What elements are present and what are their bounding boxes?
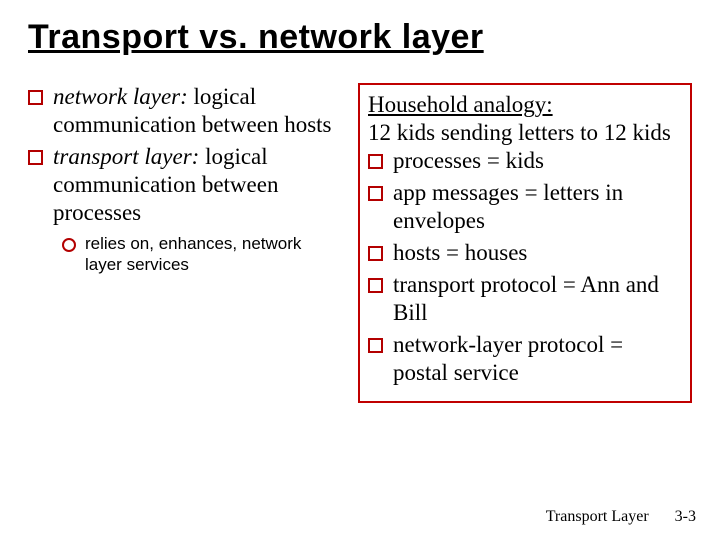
slide: Transport vs. network layer network laye… <box>0 0 720 540</box>
square-bullet-icon <box>368 186 383 201</box>
square-bullet-icon <box>28 90 43 105</box>
analogy-intro: 12 kids sending letters to 12 kids <box>368 119 682 147</box>
slide-title: Transport vs. network layer <box>28 18 692 57</box>
list-item: app messages = letters in envelopes <box>368 179 682 235</box>
list-item: transport layer: logical communication b… <box>28 143 338 227</box>
footer-label: Transport Layer <box>546 508 649 525</box>
item-text: network-layer protocol = postal service <box>393 331 682 387</box>
footer-page: 3-3 <box>675 508 696 525</box>
item-text: network layer: logical communication bet… <box>53 83 338 139</box>
square-bullet-icon <box>368 154 383 169</box>
left-column: network layer: logical communication bet… <box>28 83 338 403</box>
item-text: app messages = letters in envelopes <box>393 179 682 235</box>
item-lead: network layer: <box>53 84 188 109</box>
item-text: transport layer: logical communication b… <box>53 143 338 227</box>
subitem-text: relies on, enhances, network layer servi… <box>85 233 338 276</box>
square-bullet-icon <box>368 338 383 353</box>
analogy-heading: Household analogy: <box>368 91 682 119</box>
list-item: transport protocol = Ann and Bill <box>368 271 682 327</box>
list-item: processes = kids <box>368 147 682 175</box>
content-columns: network layer: logical communication bet… <box>28 83 692 403</box>
footer: Transport Layer 3-3 <box>546 508 696 526</box>
item-text: transport protocol = Ann and Bill <box>393 271 682 327</box>
list-item: hosts = houses <box>368 239 682 267</box>
item-text: processes = kids <box>393 147 544 175</box>
item-lead: transport layer: <box>53 144 199 169</box>
item-text: hosts = houses <box>393 239 527 267</box>
right-column-box: Household analogy: 12 kids sending lette… <box>358 83 692 403</box>
square-bullet-icon <box>368 246 383 261</box>
square-bullet-icon <box>28 150 43 165</box>
list-item: network-layer protocol = postal service <box>368 331 682 387</box>
circle-bullet-icon <box>62 238 76 252</box>
sub-list-item: relies on, enhances, network layer servi… <box>62 233 338 276</box>
square-bullet-icon <box>368 278 383 293</box>
list-item: network layer: logical communication bet… <box>28 83 338 139</box>
